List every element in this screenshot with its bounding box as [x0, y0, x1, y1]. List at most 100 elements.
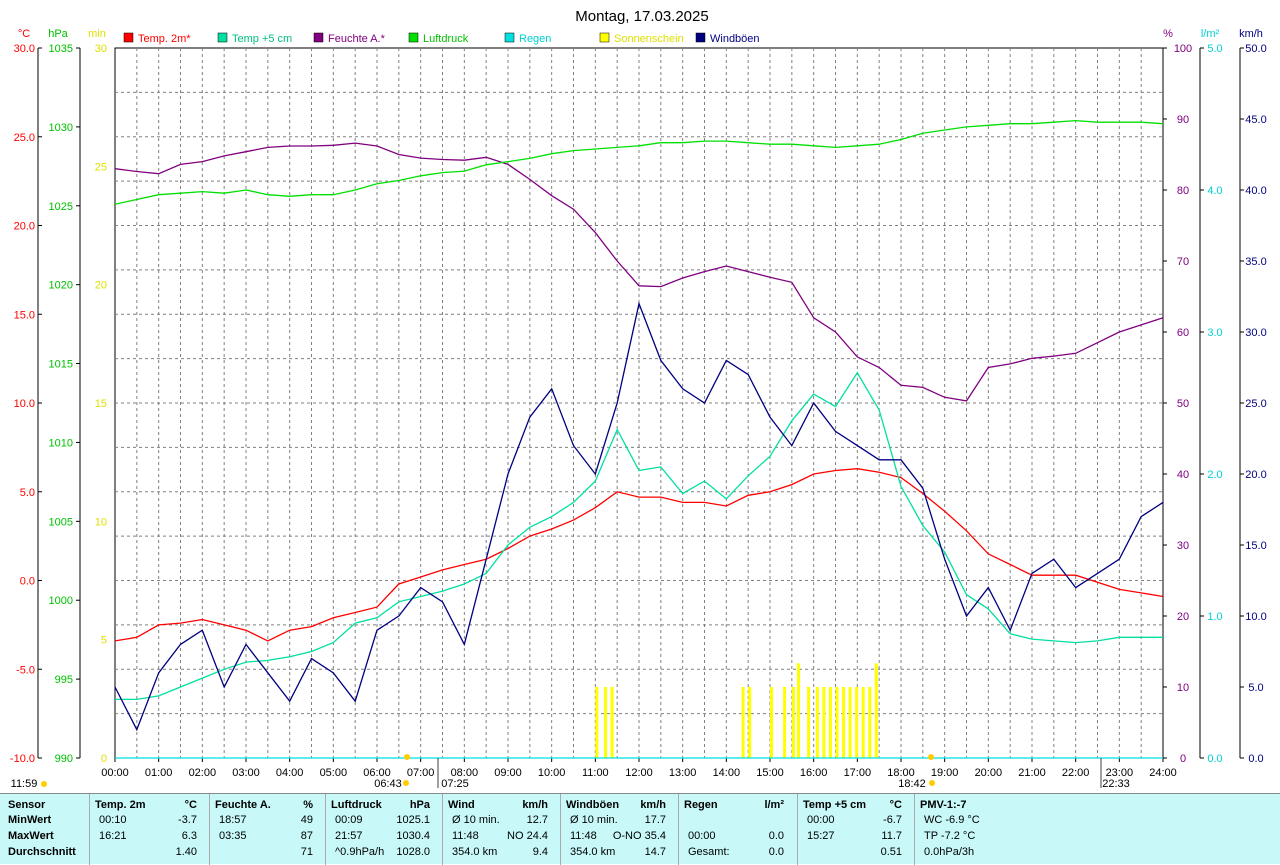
pressure-axis-label: 1005 — [49, 516, 73, 528]
wind-axis-label: 5.0 — [1248, 682, 1263, 694]
x-tick-label: 00:00 — [101, 767, 129, 779]
sunset-time: 18:42 — [898, 778, 926, 790]
pressure-axis-label: 990 — [55, 753, 73, 765]
sun-axis-label: 0 — [101, 753, 107, 765]
stats-min-value: 49 — [300, 814, 313, 826]
humidity-axis-unit: % — [1163, 28, 1173, 40]
pressure-axis-label: 1010 — [49, 437, 73, 449]
wind-axis-label: 30.0 — [1245, 327, 1266, 339]
sunrise-icon — [404, 754, 410, 760]
wind-axis-label: 10.0 — [1245, 611, 1266, 623]
stats-row-label: MaxWert — [8, 830, 54, 842]
stats-unit: km/h — [522, 799, 548, 811]
legend-swatch — [123, 32, 134, 43]
x-tick-label: 20:00 — [975, 767, 1003, 779]
stats-unit: °C — [184, 799, 197, 811]
stats-max-value: 0.0 — [768, 830, 784, 842]
humidity-axis-label: 100 — [1174, 43, 1192, 55]
temp-axis-label: 10.0 — [14, 398, 35, 410]
legend-label: Temp. 2m* — [138, 33, 191, 45]
humidity-axis-label: 0 — [1180, 753, 1186, 765]
stats-avg-value: 14.7 — [644, 846, 666, 858]
stats-unit: hPa — [409, 799, 430, 811]
sunshine-bar — [783, 687, 787, 758]
day-length: 11:59 — [11, 778, 38, 790]
sunshine-bar — [822, 687, 826, 758]
sunshine-bar — [797, 663, 801, 758]
stats-column-divider — [914, 794, 915, 865]
moonrise-time: 07:25 — [441, 778, 469, 790]
wind-axis-label: 20.0 — [1245, 469, 1266, 481]
wind-axis-label: 15.0 — [1245, 540, 1266, 552]
sunshine-bar — [874, 663, 878, 758]
legend-swatch — [217, 32, 228, 43]
x-tick-label: 09:00 — [494, 767, 522, 779]
pressure-axis-label: 1030 — [49, 122, 73, 134]
sun-axis-label: 20 — [95, 280, 107, 292]
stats-avg-value: 1028.0 — [396, 846, 430, 858]
stats-avg-value: 1.40 — [175, 846, 197, 858]
stats-max-value: NO 24.4 — [507, 830, 548, 842]
sun-axis-label: 25 — [95, 161, 107, 173]
chart-background — [0, 0, 1280, 793]
sunshine-bar — [791, 687, 795, 758]
stats-min-time: WC -6.9 °C — [924, 814, 980, 826]
sunshine-bar — [835, 687, 839, 758]
temp-axis-label: 30.0 — [14, 43, 35, 55]
sunshine-bar — [741, 687, 745, 758]
stats-unit: °C — [889, 799, 902, 811]
pressure-axis-label: 1035 — [49, 43, 73, 55]
sunshine-bar — [610, 687, 614, 758]
x-tick-label: 04:00 — [276, 767, 304, 779]
sunshine-bar — [604, 687, 608, 758]
stats-column-divider — [797, 794, 798, 865]
x-tick-label: 14:00 — [713, 767, 741, 779]
rain-axis-label: 0.0 — [1207, 753, 1222, 765]
x-tick-label: 19:00 — [931, 767, 959, 779]
legend-swatch — [504, 32, 515, 43]
x-tick-label: 24:00 — [1149, 767, 1177, 779]
legend-label: Luftdruck — [423, 33, 469, 45]
x-tick-label: 21:00 — [1018, 767, 1046, 779]
stats-max-value: 6.3 — [181, 830, 197, 842]
x-tick-label: 16:00 — [800, 767, 828, 779]
pressure-axis-unit: hPa — [48, 28, 68, 40]
stats-header: PMV-1:-7 — [920, 799, 967, 811]
humidity-axis-label: 20 — [1177, 611, 1189, 623]
wind-axis-label: 0.0 — [1248, 753, 1263, 765]
temp-axis-label: 5.0 — [20, 487, 35, 499]
rain-axis-label: 2.0 — [1207, 469, 1222, 481]
stats-min-value: -3.7 — [178, 814, 197, 826]
temp-axis-label: 25.0 — [14, 132, 35, 144]
sunset-dot-icon — [929, 780, 935, 786]
rain-axis-label: 5.0 — [1207, 43, 1222, 55]
humidity-axis-label: 60 — [1177, 327, 1189, 339]
temp-axis-label: 15.0 — [14, 309, 35, 321]
x-tick-label: 13:00 — [669, 767, 697, 779]
wind-axis-unit: km/h — [1239, 28, 1263, 40]
stats-min-value: 12.7 — [526, 814, 548, 826]
sunshine-bar — [848, 687, 852, 758]
sunshine-bar — [855, 687, 859, 758]
temp-axis-unit: °C — [18, 28, 30, 40]
stats-column-divider — [442, 794, 443, 865]
sunshine-bar — [868, 687, 872, 758]
sunrise-dot-icon — [403, 780, 409, 786]
legend-swatch — [313, 32, 324, 43]
humidity-axis-label: 70 — [1177, 256, 1189, 268]
x-tick-label: 05:00 — [320, 767, 348, 779]
rain-axis-unit: l/m² — [1201, 28, 1220, 40]
stats-header: Sensor — [8, 799, 46, 811]
stats-unit: km/h — [640, 799, 666, 811]
stats-avg-value: 71 — [300, 846, 313, 858]
sunshine-bar — [748, 687, 752, 758]
sunshine-bar — [595, 687, 599, 758]
sunshine-bar — [828, 687, 832, 758]
moonset-time: 22:33 — [1102, 778, 1130, 790]
rain-axis-label: 3.0 — [1207, 327, 1222, 339]
x-tick-label: 22:00 — [1062, 767, 1090, 779]
stats-max-time: TP -7.2 °C — [924, 830, 976, 842]
wind-axis-label: 40.0 — [1245, 185, 1266, 197]
chart-title: Montag, 17.03.2025 — [575, 8, 708, 25]
sunset-icon — [928, 754, 934, 760]
